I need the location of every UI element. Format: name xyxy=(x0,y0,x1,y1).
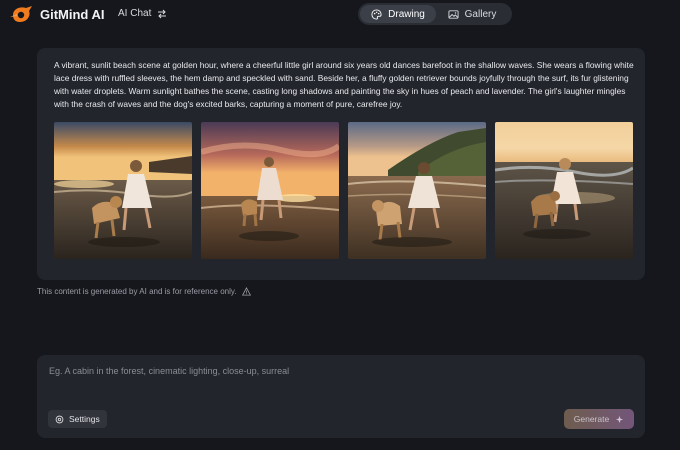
ai-disclaimer: This content is generated by AI and is f… xyxy=(37,287,251,296)
result-card: A vibrant, sunlit beach scene at golden … xyxy=(37,48,645,280)
generate-label: Generate xyxy=(573,414,610,424)
disclaimer-text: This content is generated by AI and is f… xyxy=(37,287,237,296)
brand-name: GitMind AI xyxy=(40,6,105,22)
generated-images xyxy=(54,122,633,259)
image-icon xyxy=(448,9,459,19)
generate-button[interactable]: Generate xyxy=(564,409,634,429)
settings-label: Settings xyxy=(69,414,100,424)
tab-drawing-label: Drawing xyxy=(388,8,425,20)
prompt-composer: Settings Generate xyxy=(37,355,645,438)
prompt-input[interactable] xyxy=(49,363,629,379)
ai-chat-label: AI Chat xyxy=(118,8,152,19)
generated-image-1[interactable] xyxy=(54,122,192,259)
brand-logo[interactable]: GitMind AI xyxy=(10,5,105,23)
beach-girl-dog-image xyxy=(201,122,339,259)
settings-button[interactable]: Settings xyxy=(48,410,107,428)
palette-icon xyxy=(371,8,382,20)
generated-prompt-text: A vibrant, sunlit beach scene at golden … xyxy=(54,60,634,109)
generated-image-2[interactable] xyxy=(201,122,339,259)
ai-chat-switch[interactable]: AI Chat xyxy=(118,8,167,19)
beach-girl-dog-image xyxy=(495,122,633,259)
generated-image-3[interactable] xyxy=(348,122,486,259)
beach-girl-dog-image xyxy=(54,122,192,259)
warning-icon[interactable] xyxy=(241,287,251,296)
sparkle-icon xyxy=(616,415,624,423)
top-bar: GitMind AI AI Chat Drawing Gallery xyxy=(0,0,680,28)
tab-gallery[interactable]: Gallery xyxy=(436,5,508,23)
gear-icon xyxy=(55,415,64,423)
swap-icon xyxy=(158,9,167,18)
beach-girl-dog-image xyxy=(348,122,486,259)
gitmind-logo-icon xyxy=(10,6,32,22)
tab-gallery-label: Gallery xyxy=(464,8,497,20)
generated-image-4[interactable] xyxy=(495,122,633,259)
mode-toggle: Drawing Gallery xyxy=(358,3,512,25)
tab-drawing[interactable]: Drawing xyxy=(360,5,436,23)
